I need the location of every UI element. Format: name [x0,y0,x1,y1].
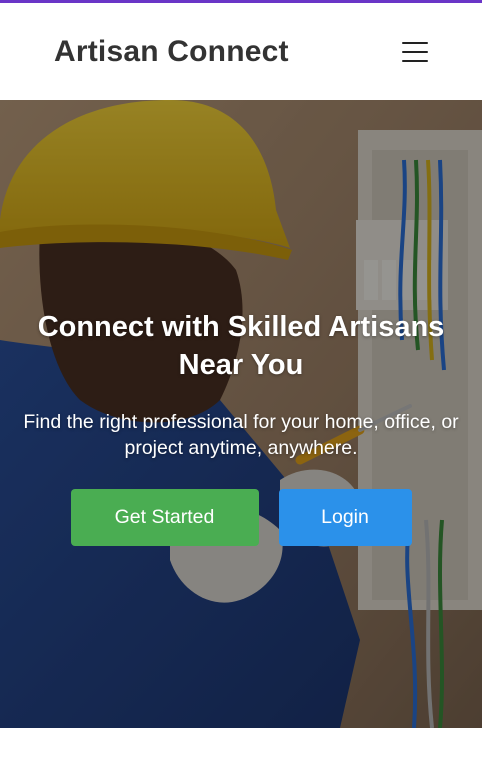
get-started-button[interactable]: Get Started [70,489,259,546]
hero-section: Connect with Skilled Artisans Near You F… [0,100,482,728]
hamburger-line [402,41,428,44]
hamburger-line [402,50,428,53]
login-button[interactable]: Login [278,489,412,546]
navbar: Artisan Connect [0,3,482,100]
hero-title: Connect with Skilled Artisans Near You [37,311,445,381]
hero-button-group: Get Started Login [0,489,482,546]
brand-logo[interactable]: Artisan Connect [54,35,289,69]
hero-content: Connect with Skilled Artisans Near You F… [0,308,482,546]
page-bottom-area [0,728,482,765]
hamburger-menu-icon[interactable] [402,40,428,64]
hamburger-line [402,59,428,62]
hero-subtitle: Find the right professional for your hom… [23,411,459,459]
